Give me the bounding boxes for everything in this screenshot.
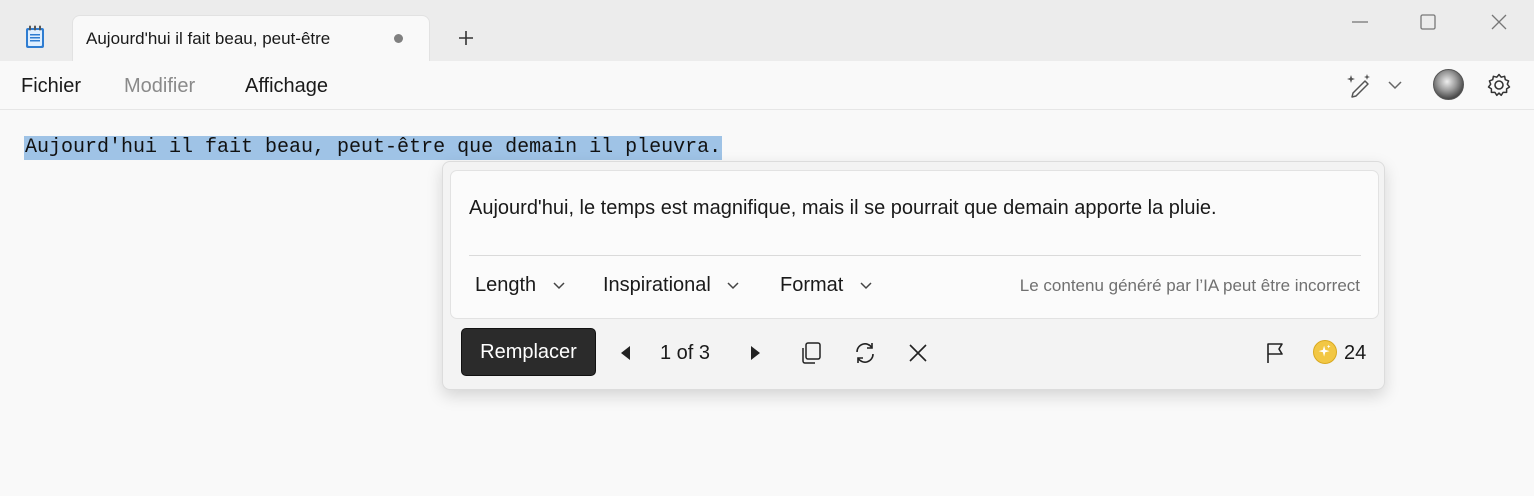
menu-file[interactable]: Fichier — [21, 75, 81, 98]
triangle-left-icon[interactable] — [613, 340, 639, 366]
gear-icon[interactable] — [1486, 72, 1512, 98]
suggestion-panel: Aujourd'hui, le temps est magnifique, ma… — [450, 170, 1379, 319]
rewrite-suggestion: Aujourd'hui, le temps est magnifique, ma… — [469, 197, 1217, 219]
maximize-icon[interactable] — [1416, 10, 1440, 34]
format-label: Format — [780, 274, 844, 296]
tone-label: Inspirational — [603, 274, 711, 296]
chevron-down-icon — [553, 282, 565, 289]
tab-title: Aujourd'hui il fait beau, peut-être — [86, 29, 331, 48]
length-label: Length — [475, 274, 537, 296]
ai-disclaimer: Le contenu généré par l’IA peut être inc… — [1019, 276, 1360, 295]
menu-edit[interactable]: Modifier — [124, 75, 195, 98]
triangle-right-icon[interactable] — [742, 340, 768, 366]
minimize-icon[interactable] — [1348, 10, 1372, 34]
replace-button[interactable]: Remplacer — [461, 328, 596, 376]
title-bar: Aujourd'hui il fait beau, peut-être — [0, 0, 1534, 61]
refresh-icon[interactable] — [852, 340, 878, 366]
length-dropdown[interactable]: Length — [475, 274, 566, 297]
divider — [469, 255, 1361, 256]
editor-selected-text[interactable]: Aujourd'hui il fait beau, peut-être que … — [24, 136, 723, 160]
sparkle-coin-icon — [1313, 340, 1337, 364]
suggestion-counter: 1 of 3 — [660, 342, 711, 364]
tab-document[interactable]: Aujourd'hui il fait beau, peut-être — [72, 15, 430, 61]
avatar[interactable] — [1433, 69, 1464, 100]
plus-icon[interactable] — [455, 27, 477, 49]
tone-dropdown[interactable]: Inspirational — [603, 274, 740, 297]
flag-icon[interactable] — [1262, 340, 1288, 366]
chevron-down-icon — [727, 282, 739, 289]
copilot-rewrite-icon[interactable] — [1345, 71, 1375, 99]
chevron-down-icon[interactable] — [1387, 79, 1403, 91]
format-dropdown[interactable]: Format — [780, 274, 873, 297]
close-icon[interactable] — [905, 340, 931, 366]
close-icon[interactable] — [1487, 10, 1511, 34]
credits-count: 24 — [1344, 342, 1367, 364]
notepad-icon — [26, 25, 44, 48]
unsaved-dot-icon[interactable] — [394, 34, 403, 43]
chevron-down-icon — [860, 282, 872, 289]
rewrite-popup: Aujourd'hui, le temps est magnifique, ma… — [442, 161, 1385, 390]
copy-icon[interactable] — [798, 340, 824, 366]
sparkle-icon — [1318, 344, 1331, 357]
menu-view[interactable]: Affichage — [245, 75, 328, 98]
menu-bar: Fichier Modifier Affichage — [0, 61, 1534, 110]
